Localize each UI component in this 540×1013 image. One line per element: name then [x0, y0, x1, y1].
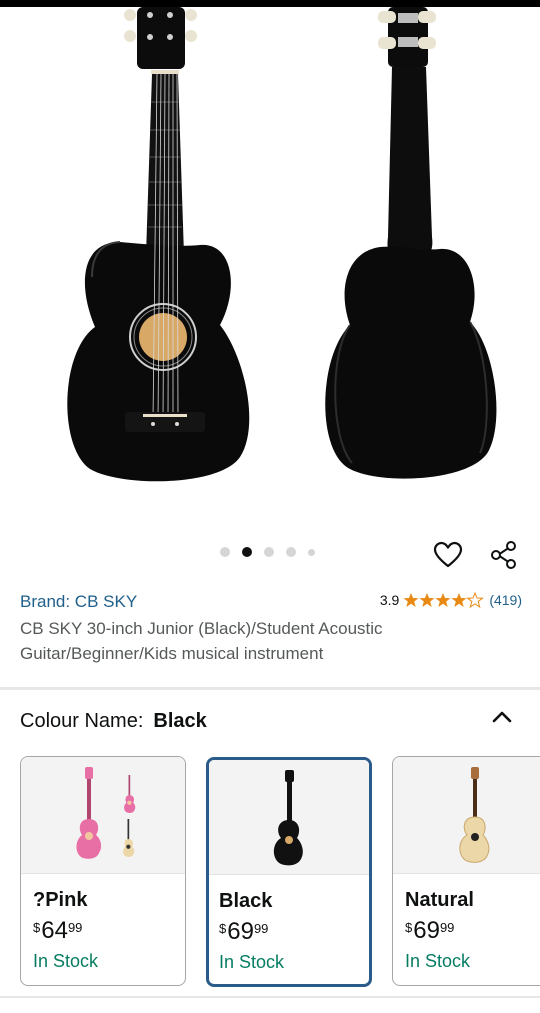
- image-pagination[interactable]: [220, 547, 315, 557]
- rating-value: 3.9: [379, 592, 400, 608]
- chevron-up-icon: [492, 711, 512, 723]
- product-image-gallery[interactable]: [0, 7, 540, 537]
- swatch-image: [393, 757, 540, 874]
- variation-header: Colour Name: Black: [20, 710, 207, 733]
- swatch-stock-status: In Stock: [405, 951, 471, 971]
- brand-link[interactable]: Brand: CB SKY: [20, 592, 137, 612]
- swatch-image: [21, 757, 185, 874]
- pagination-dot[interactable]: [308, 548, 315, 556]
- swatch-price: $69 99: [219, 918, 268, 946]
- review-count[interactable]: (419): [489, 592, 522, 608]
- swatch-stock-status: In Stock: [219, 952, 285, 972]
- share-icon: [491, 541, 516, 569]
- rating-summary[interactable]: 3.9 (419): [380, 592, 522, 608]
- variation-label: Colour Name:: [20, 710, 144, 732]
- swatch-pink[interactable]: ?Pink $64 99 In Stock: [20, 756, 186, 986]
- price-whole: 69: [413, 917, 440, 944]
- section-divider: [0, 687, 540, 690]
- heart-outline-icon: [433, 541, 463, 568]
- price-whole: 64: [41, 917, 68, 944]
- swatch-stock-status: In Stock: [33, 951, 99, 971]
- collapse-variations-button[interactable]: [486, 703, 518, 731]
- wishlist-button[interactable]: [431, 538, 465, 572]
- swatch-black[interactable]: Black $69 99 In Stock: [206, 757, 372, 987]
- swatch-name: Black: [219, 890, 273, 912]
- star-empty-icon: [467, 592, 484, 608]
- guitar-front-image: [67, 7, 250, 482]
- guitar-back-image: [325, 7, 497, 479]
- swatch-price: $69 99: [405, 917, 454, 945]
- swatch-image: [209, 760, 369, 875]
- variation-selected-value: Black: [153, 710, 207, 732]
- price-cents: 99: [253, 921, 269, 936]
- swatch-name: Natural: [405, 889, 474, 911]
- colour-swatch-list: ?Pink $64 99 In Stock Black $69 99 In Stoc…: [20, 756, 540, 988]
- star-rating: [403, 592, 485, 608]
- product-title: CB SKY 30-inch Junior (Black)/Student Ac…: [20, 619, 383, 663]
- price-whole: 69: [227, 918, 254, 945]
- pagination-dot[interactable]: [286, 547, 296, 557]
- price-currency: $: [405, 920, 413, 935]
- status-bar: [0, 0, 540, 7]
- swatch-name: ?Pink: [33, 889, 88, 911]
- price-currency: $: [219, 921, 227, 936]
- swatch-natural[interactable]: Natural $69 99 In Stock: [392, 756, 540, 986]
- pagination-dot-active[interactable]: [242, 547, 252, 557]
- product-image: [67, 7, 497, 482]
- section-divider: [0, 996, 540, 998]
- swatch-price: $64 99: [33, 917, 82, 945]
- pagination-dot[interactable]: [220, 547, 230, 557]
- price-cents: 99: [67, 920, 83, 935]
- price-cents: 99: [439, 920, 455, 935]
- share-button[interactable]: [487, 538, 521, 572]
- price-currency: $: [33, 920, 41, 935]
- star-icon: [403, 593, 467, 607]
- pagination-dot[interactable]: [264, 547, 274, 557]
